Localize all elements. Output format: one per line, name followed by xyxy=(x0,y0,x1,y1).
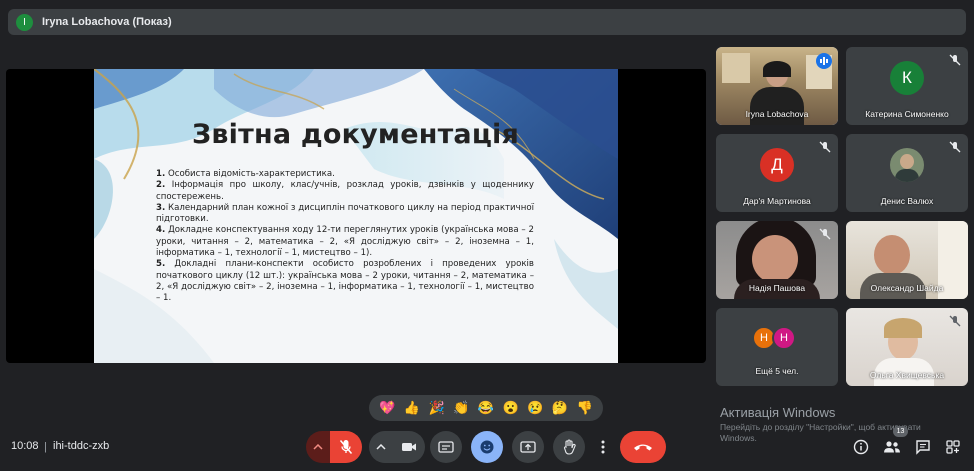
reaction-thumbs-down[interactable]: 👎 xyxy=(575,400,595,416)
mic-off-icon xyxy=(819,141,831,153)
slide-body: 1. Особиста відомість-характеристика. 2.… xyxy=(156,169,534,305)
participant-name: Ольга Хвищевська xyxy=(869,370,945,380)
more-vert-icon xyxy=(601,440,605,454)
people-button[interactable] xyxy=(883,438,901,456)
participant-name: Катерина Симоненко xyxy=(865,109,949,119)
participant-tile-olha[interactable]: Ольга Хвищевська xyxy=(846,308,968,386)
reaction-heart[interactable]: 💖 xyxy=(377,400,397,416)
participant-name: Iryna Lobachova xyxy=(745,109,809,119)
participant-avatar: К xyxy=(890,61,924,95)
presenter-avatar: I xyxy=(16,13,33,31)
participant-name: Денис Валюх xyxy=(880,196,934,206)
slide-item: 2. Інформація про школу, клас/учнів, роз… xyxy=(156,180,534,202)
presenter-bar[interactable]: I Iryna Lobachova (Показ) xyxy=(8,9,966,35)
slide-title: Звітна документація xyxy=(192,119,520,150)
meeting-time: 10:08 xyxy=(11,440,39,452)
present-screen-icon xyxy=(520,440,536,453)
info-icon xyxy=(853,439,869,455)
camera-toggle-button[interactable] xyxy=(393,431,425,463)
participant-name: Дар'я Мартинова xyxy=(743,196,811,206)
presentation-stage[interactable]: Звітна документація 1. Особиста відоміст… xyxy=(6,69,706,363)
participant-tile-nadiya[interactable]: Надія Пашова xyxy=(716,221,838,299)
people-count-badge: 13 xyxy=(893,426,908,437)
chat-button[interactable] xyxy=(914,438,932,456)
reaction-clap[interactable]: 👏 xyxy=(451,400,471,416)
chevron-up-icon xyxy=(313,444,323,450)
participant-tile-darya[interactable]: Д Дар'я Мартинова xyxy=(716,134,838,212)
reaction-surprised[interactable]: 😮 xyxy=(501,400,521,416)
people-icon xyxy=(884,441,900,453)
slide-item: 4. Докладне конспектування ходу 12-ти пе… xyxy=(156,225,534,259)
reactions-bar: 💖 👍 🎉 👏 😂 😮 😢 🤔 👎 xyxy=(369,395,603,421)
mic-off-icon xyxy=(949,54,961,66)
slide-item: 1. Особиста відомість-характеристика. xyxy=(156,169,335,179)
activities-button[interactable] xyxy=(944,438,962,456)
more-avatars: Н Н xyxy=(752,326,802,350)
mic-toggle-button[interactable] xyxy=(330,431,362,463)
participant-tile-denys[interactable]: Денис Валюх xyxy=(846,134,968,212)
reaction-sad[interactable]: 😢 xyxy=(525,400,545,416)
emoji-reactions-button[interactable] xyxy=(471,431,503,463)
meeting-separator: | xyxy=(44,441,47,453)
participant-tile-iryna[interactable]: Iryna Lobachova xyxy=(716,47,838,125)
end-call-button[interactable] xyxy=(620,431,666,463)
participant-avatar: Д xyxy=(760,148,794,182)
chat-icon xyxy=(916,440,930,455)
chevron-up-icon xyxy=(376,444,386,450)
captions-icon xyxy=(438,441,454,453)
participant-name: Надія Пашова xyxy=(748,283,806,293)
participant-tile-oleksandr[interactable]: Олександр Шайда xyxy=(846,221,968,299)
meeting-code: ihi-tddc-zxb xyxy=(53,440,110,452)
participant-tile-kateryna[interactable]: К Катерина Симоненко xyxy=(846,47,968,125)
reaction-laugh[interactable]: 😂 xyxy=(476,400,496,416)
meeting-details-button[interactable] xyxy=(852,438,870,456)
participant-name: Олександр Шайда xyxy=(870,283,944,293)
present-screen-button[interactable] xyxy=(512,431,544,463)
video-camera-icon xyxy=(402,443,416,451)
reaction-party[interactable]: 🎉 xyxy=(427,400,447,416)
camera-options-button[interactable] xyxy=(369,431,393,463)
mic-off-icon xyxy=(949,315,961,327)
reaction-thinking[interactable]: 🤔 xyxy=(550,400,570,416)
more-participants-tile[interactable]: Н Н Ещё 5 чел. xyxy=(716,308,838,386)
emoji-icon xyxy=(480,440,494,454)
activities-icon xyxy=(946,440,960,454)
slide-item: 5. Докладні плани-конспекти особисто роз… xyxy=(156,259,534,304)
windows-activation-title: Активація Windows xyxy=(720,405,836,420)
slide: Звітна документація 1. Особиста відоміст… xyxy=(94,69,618,363)
mic-off-icon xyxy=(339,440,353,454)
participant-photo xyxy=(890,148,924,182)
participant-avatar: Н xyxy=(772,326,796,350)
more-options-button[interactable] xyxy=(594,431,612,463)
slide-item: 3. Календарний план кожної з дисциплін п… xyxy=(156,202,534,225)
reaction-thumbs-up[interactable]: 👍 xyxy=(402,400,422,416)
mic-options-button[interactable] xyxy=(306,431,330,463)
meet-window: I Iryna Lobachova (Показ) Звітна докумен… xyxy=(0,0,974,471)
mic-off-icon xyxy=(819,228,831,240)
more-participants-label: Ещё 5 чел. xyxy=(755,366,799,376)
raise-hand-button[interactable] xyxy=(553,431,585,463)
hand-icon xyxy=(563,439,576,455)
presenter-title: Iryna Lobachova (Показ) xyxy=(42,16,172,28)
speaking-indicator-icon xyxy=(816,53,832,69)
hang-up-icon xyxy=(634,444,652,451)
mic-off-icon xyxy=(949,141,961,153)
captions-button[interactable] xyxy=(430,431,462,463)
